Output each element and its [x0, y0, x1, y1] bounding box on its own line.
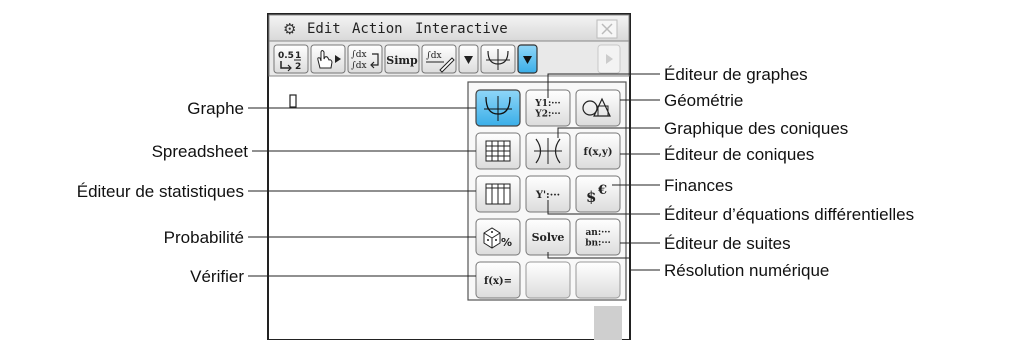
integral-convert-button[interactable]: ∫dx ∫dx — [347, 44, 383, 74]
empty-app-tile-2 — [575, 261, 621, 299]
callout-conic-editor: Éditeur de coniques — [664, 145, 814, 164]
callout-statistics-editor: Éditeur de statistiques — [77, 182, 244, 201]
callout-probability: Probabilité — [164, 228, 244, 247]
svg-text:Solve: Solve — [532, 231, 565, 244]
app-menu-panel: Y1:··· Y2:··· f(x,y) Y':··· $ € % Solve … — [467, 81, 627, 301]
screenshot-canvas: ⚙ Edit Action Interactive 0.5 1 2 ∫dx ∫d… — [77, 13, 914, 340]
callout-finance: Finances — [664, 176, 733, 195]
probability-app-tile[interactable]: % — [475, 218, 521, 256]
toolbar: 0.5 1 2 ∫dx ∫dx Simp ∫dx — [268, 40, 630, 77]
callout-geometry: Géométrie — [664, 91, 743, 110]
svg-text:Simp: Simp — [386, 54, 418, 67]
svg-text:$: $ — [586, 188, 596, 206]
callout-diff-eq-editor: Éditeur d’équations différentielles — [664, 205, 914, 224]
svg-text:Y1:···Y2:···: Y1:··· Y2:··· — [534, 99, 560, 119]
svg-text:Y':···: Y':··· — [535, 190, 560, 201]
svg-text:0.5: 0.5 — [278, 51, 294, 61]
hand-pointer-button[interactable] — [310, 44, 346, 74]
callout-sequence-editor: Éditeur de suites — [664, 234, 791, 253]
svg-text:∫dx: ∫dx — [351, 61, 367, 71]
menu-action[interactable]: Action — [352, 21, 403, 37]
fraction-decimal-toggle-button[interactable]: 0.5 1 2 — [273, 44, 309, 74]
callout-graph-editor: Éditeur de graphes — [664, 65, 808, 84]
graph-app-button[interactable] — [480, 44, 516, 74]
svg-text:%: % — [501, 236, 512, 249]
statistics-app-tile[interactable] — [475, 175, 521, 213]
geometry-app-tile[interactable] — [575, 89, 621, 127]
conic-editor-app-tile[interactable]: f(x,y) — [575, 132, 621, 170]
empty-app-tile-1 — [525, 261, 571, 299]
integral-edit-button[interactable]: ∫dx — [421, 44, 457, 74]
svg-text:f(x,y): f(x,y) — [583, 147, 612, 158]
finance-app-tile[interactable]: $ € — [575, 175, 621, 213]
callout-graphe: Graphe — [187, 99, 244, 118]
conic-graph-app-tile[interactable] — [525, 132, 571, 170]
graph-app-tile[interactable] — [475, 89, 521, 127]
svg-text:∫dx: ∫dx — [426, 51, 442, 61]
menu-interactive[interactable]: Interactive — [415, 21, 508, 37]
callout-labels-left: Graphe Spreadsheet Éditeur de statistiqu… — [77, 99, 249, 286]
callout-spreadsheet: Spreadsheet — [152, 142, 249, 161]
verify-app-tile[interactable]: f(x)= — [475, 261, 521, 299]
statistics-list-icon — [485, 183, 511, 205]
menu-bar: ⚙ Edit Action Interactive — [268, 14, 630, 42]
app-menu-dropdown-button[interactable] — [517, 44, 538, 74]
menu-edit[interactable]: Edit — [307, 21, 341, 37]
svg-text:€: € — [597, 183, 607, 198]
spreadsheet-app-tile[interactable] — [475, 132, 521, 170]
toolbar-dropdown-button[interactable] — [458, 44, 479, 74]
svg-text:∫dx: ∫dx — [351, 50, 367, 60]
hyperbola-icon — [534, 138, 562, 164]
numerical-solve-app-tile[interactable]: Solve — [525, 218, 571, 256]
gear-icon[interactable]: ⚙ — [283, 20, 296, 38]
simp-button[interactable]: Simp — [384, 44, 420, 74]
callout-numerical-solve: Résolution numérique — [664, 261, 829, 280]
callout-labels-right: Éditeur de graphes Géométrie Graphique d… — [664, 65, 914, 280]
svg-text:2: 2 — [295, 62, 301, 72]
callout-conic-graph: Graphique des coniques — [664, 119, 848, 138]
spreadsheet-grid-icon — [485, 140, 511, 162]
callout-verify: Vérifier — [190, 267, 244, 286]
svg-text:f(x)=: f(x)= — [484, 276, 512, 287]
close-icon[interactable] — [596, 19, 618, 39]
svg-text:an:···bn:···: an:··· bn:··· — [585, 228, 611, 248]
sequence-editor-app-tile[interactable]: an:··· bn:··· — [575, 218, 621, 256]
toolbar-next-button[interactable] — [597, 44, 621, 74]
scrollbar-thumb[interactable] — [594, 306, 622, 340]
